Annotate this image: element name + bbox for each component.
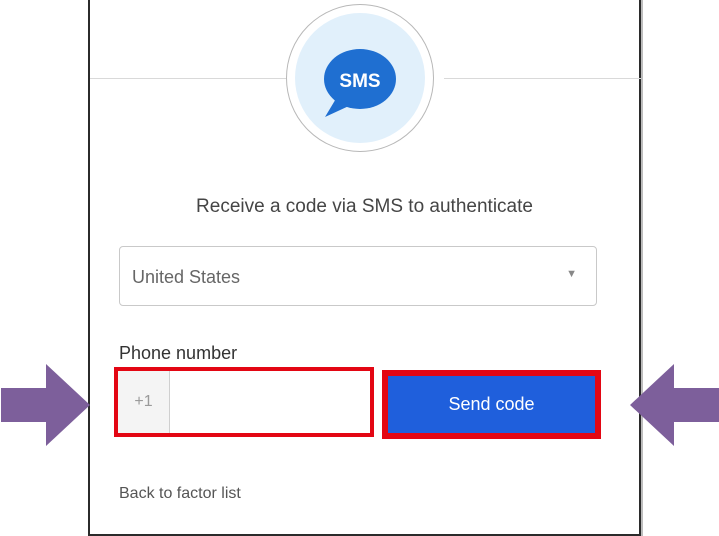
arrow-left-icon bbox=[630, 364, 719, 446]
sms-logo: SMS bbox=[286, 4, 434, 152]
auth-card: SMS Receive a code via SMS to authentica… bbox=[88, 0, 641, 536]
divider-left bbox=[90, 78, 286, 79]
arrow-right-icon bbox=[1, 364, 90, 446]
divider-right bbox=[444, 78, 641, 79]
send-code-button[interactable]: Send code bbox=[388, 376, 595, 433]
back-to-factor-list-link[interactable]: Back to factor list bbox=[119, 485, 241, 503]
phone-input-group: +1 bbox=[114, 367, 374, 437]
country-select[interactable]: United States ▼ bbox=[119, 246, 597, 306]
send-code-highlight: Send code bbox=[382, 370, 601, 439]
page-heading: Receive a code via SMS to authenticate bbox=[196, 196, 533, 217]
phone-number-label: Phone number bbox=[119, 343, 238, 363]
country-code-prefix: +1 bbox=[118, 371, 170, 433]
country-select-value: United States bbox=[132, 267, 241, 287]
phone-number-input[interactable] bbox=[171, 371, 370, 433]
chevron-down-icon: ▼ bbox=[566, 268, 577, 280]
sms-chat-bubble-icon: SMS bbox=[324, 49, 396, 117]
logo-text: SMS bbox=[339, 71, 380, 92]
